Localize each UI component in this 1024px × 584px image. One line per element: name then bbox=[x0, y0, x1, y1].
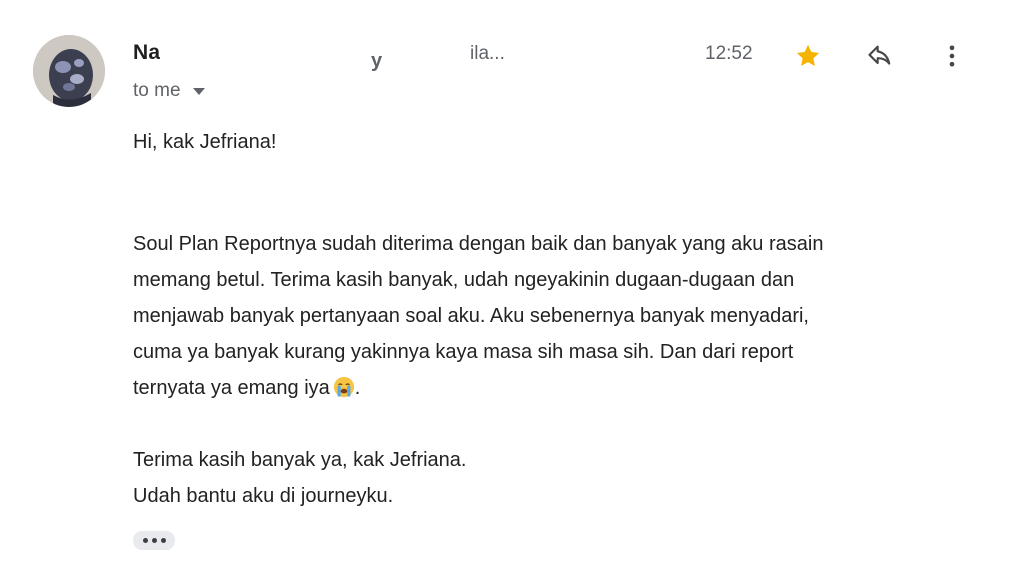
message-time: 12:52 bbox=[705, 43, 753, 64]
message-greeting: Hi, kak Jefriana! bbox=[133, 131, 277, 153]
paragraph-line: menjawab banyak pertanyaan soal aku. Aku… bbox=[133, 305, 809, 327]
recipient-label: to me bbox=[133, 80, 181, 101]
reply-icon bbox=[868, 45, 891, 65]
paragraph-line-last: ternyata ya emang iya . bbox=[133, 370, 983, 406]
dot bbox=[142, 538, 148, 543]
paragraph-line: ternyata ya emang iya bbox=[133, 377, 330, 399]
reply-button[interactable] bbox=[862, 38, 898, 74]
closing-line: Udah bantu aku di journeyku. bbox=[133, 485, 394, 507]
paragraph-end-punct: . bbox=[354, 377, 361, 399]
star-button[interactable] bbox=[790, 38, 826, 74]
closing-line: Terima kasih banyak ya, kak Jefriana. bbox=[133, 449, 467, 471]
dot bbox=[151, 538, 157, 543]
dot bbox=[160, 538, 166, 543]
chevron-down-icon bbox=[192, 87, 205, 95]
paragraph-line: Soul Plan Reportnya sudah diterima denga… bbox=[133, 233, 824, 255]
paragraph-line: memang betul. Terima kasih banyak, udah … bbox=[133, 269, 795, 291]
show-trimmed-content-button[interactable] bbox=[133, 531, 175, 550]
message-closing: Terima kasih banyak ya, kak Jefriana. Ud… bbox=[133, 442, 467, 514]
redaction-mask bbox=[160, 38, 468, 72]
more-vertical-icon bbox=[949, 45, 955, 67]
sender-email[interactable]: ila... bbox=[470, 43, 505, 65]
redaction-mask bbox=[522, 32, 690, 76]
paragraph-line: cuma ya banyak kurang yakinnya kaya masa… bbox=[133, 341, 794, 363]
sender-avatar[interactable] bbox=[33, 35, 105, 107]
avatar-photo bbox=[33, 35, 105, 107]
star-icon bbox=[796, 44, 820, 67]
more-options-button[interactable] bbox=[934, 38, 970, 74]
loudly-crying-face-emoji bbox=[333, 376, 354, 398]
sender-name-tail: y bbox=[371, 50, 383, 72]
sender-name[interactable]: Na bbox=[133, 41, 160, 65]
message-paragraph: Soul Plan Reportnya sudah diterima denga… bbox=[133, 226, 983, 406]
recipient-details-toggle[interactable]: to me bbox=[133, 80, 205, 102]
